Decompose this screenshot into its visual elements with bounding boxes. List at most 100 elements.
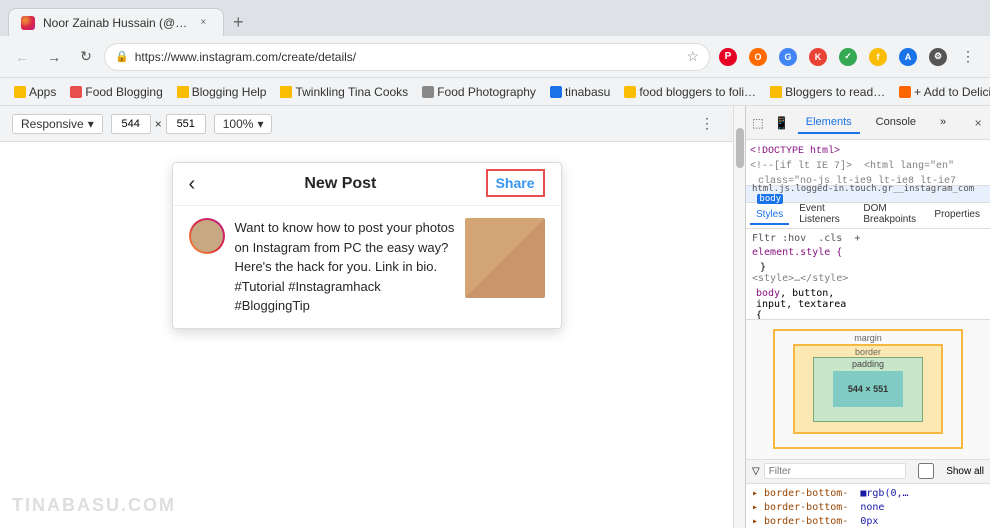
viewport-scrollbar[interactable] [733, 106, 745, 528]
border-label: border [855, 347, 881, 357]
modal-body: Want to know how to post your photos on … [173, 206, 561, 328]
bookmark-bloggers-to-read[interactable]: Bloggers to read… [764, 83, 891, 101]
ext-icon-7[interactable]: ⚙ [924, 43, 952, 71]
post-row: Want to know how to post your photos on … [189, 218, 545, 316]
bookmark-star-icon[interactable]: ☆ [686, 48, 699, 65]
bookmark-food-photography[interactable]: Food Photography [416, 83, 542, 101]
box-model: margin border padding 544 × 551 [746, 319, 990, 459]
code-line: <!--[if lt IE 7]> <html lang="en" [750, 159, 986, 174]
responsive-options-icon[interactable]: ⋮ [693, 110, 721, 138]
bookmark-blogging-help[interactable]: Blogging Help [171, 83, 273, 101]
style-rule-close: } [752, 262, 984, 273]
style-brace-open: { [752, 310, 984, 319]
avatar-inner [191, 220, 223, 252]
code-panel: <!DOCTYPE html> <!--[if lt IE 7]> <html … [746, 140, 990, 185]
modal-header: ‹ New Post Share [173, 163, 561, 206]
post-image-thumbnail [465, 218, 545, 298]
style-selector: element.style { [752, 247, 842, 258]
styles-tab-properties[interactable]: Properties [928, 206, 986, 225]
chrome-menu-icon[interactable]: ⋮ [954, 43, 982, 71]
ext-icon-2[interactable]: G [774, 43, 802, 71]
url-bar[interactable]: 🔒 https://www.instagram.com/create/detai… [104, 43, 710, 71]
css-rule-border-bottom-color: ▸ border-bottom- ■rgb(0,… [752, 488, 984, 499]
filter-row: Fltr :hov .cls + [752, 233, 984, 244]
devtools-close-button[interactable]: × [970, 111, 986, 135]
style-selector-body2: input, textarea [752, 299, 984, 310]
add-to-delicious-icon [899, 86, 911, 98]
food-photography-icon [422, 86, 434, 98]
new-tab-button[interactable]: + [224, 8, 252, 36]
bloggers-to-read-folder-icon [770, 86, 782, 98]
instagram-new-post-modal: ‹ New Post Share Want to know how to pos… [172, 162, 562, 329]
bookmarks-bar: Apps Food Blogging Blogging Help Twinkli… [0, 78, 990, 106]
bookmark-food-blogging[interactable]: Food Blogging [64, 83, 168, 101]
reload-button[interactable]: ↻ [72, 43, 100, 71]
browser-tab[interactable]: Noor Zainab Hussain (@… × [8, 8, 224, 36]
filter-label: Fltr :hov .cls + [752, 233, 860, 244]
ext-icon-5[interactable]: f [864, 43, 892, 71]
styles-tab-styles[interactable]: Styles [750, 206, 789, 225]
ext-icon-3[interactable]: K [804, 43, 832, 71]
margin-label: margin [854, 333, 882, 343]
bookmark-food-bloggers[interactable]: food bloggers to foli… [618, 83, 762, 101]
ext-icon-4[interactable]: ✓ [834, 43, 862, 71]
devtools-tab-console[interactable]: Console [868, 112, 924, 134]
bookmark-twinkling-tina[interactable]: Twinkling Tina Cooks [274, 83, 414, 101]
browser-content: Responsive ▾ × 100% ▾ ⋮ [0, 106, 990, 528]
box-content-size: 544 × 551 [833, 371, 903, 407]
box-margin: margin border padding 544 × 551 [773, 329, 963, 449]
css-rule-border-bottom-style: ▸ border-bottom- none [752, 502, 984, 513]
browser-toolbar-icons: P O G K ✓ f A ⚙ ⋮ [714, 43, 982, 71]
viewport-size: × [111, 114, 206, 134]
devtools-tab-elements[interactable]: Elements [798, 112, 860, 134]
chevron-down-icon: ▾ [257, 117, 263, 131]
show-all-checkbox[interactable] [910, 463, 942, 479]
scrollbar-thumb[interactable] [736, 128, 744, 168]
ext-icon-6[interactable]: A [894, 43, 922, 71]
apps-folder-icon [14, 86, 26, 98]
forward-button[interactable]: → [40, 43, 68, 71]
devtools-panel: ⬚ 📱 Elements Console » × <!DOCTYPE html>… [745, 106, 990, 528]
responsive-mode-dropdown[interactable]: Responsive ▾ [12, 114, 103, 134]
responsive-toolbar: Responsive ▾ × 100% ▾ ⋮ [0, 106, 733, 142]
tab-close-button[interactable]: × [195, 15, 211, 31]
box-padding: padding 544 × 551 [813, 357, 923, 422]
post-caption-text[interactable]: Want to know how to post your photos on … [235, 218, 455, 316]
style-selector-body: body, button, [752, 288, 984, 299]
url-text: https://www.instagram.com/create/details… [135, 50, 681, 64]
devtools-styles-tabs: Styles Event Listeners DOM Breakpoints P… [746, 203, 990, 229]
food-blogging-icon [70, 86, 82, 98]
tab-title: Noor Zainab Hussain (@… [43, 16, 187, 30]
modal-back-button[interactable]: ‹ [189, 173, 196, 196]
style-rule-element: element.style { [752, 247, 984, 258]
code-line: <!DOCTYPE html> [750, 144, 986, 159]
style-rule-body: <style>…</style> [752, 273, 984, 284]
devtools-device-icon[interactable]: 📱 [774, 111, 790, 135]
viewport: Responsive ▾ × 100% ▾ ⋮ [0, 106, 733, 528]
devtools-body: <!DOCTYPE html> <!--[if lt IE 7]> <html … [746, 140, 990, 528]
css-rule-border-bottom-width: ▸ border-bottom- 0px [752, 516, 984, 527]
devtools-inspect-icon[interactable]: ⬚ [750, 111, 766, 135]
lock-icon: 🔒 [115, 50, 129, 63]
bookmark-apps[interactable]: Apps [8, 83, 62, 101]
blogging-help-folder-icon [177, 86, 189, 98]
styles-tab-dom-breakpoints[interactable]: DOM Breakpoints [857, 200, 924, 230]
ext-icon-1[interactable]: O [744, 43, 772, 71]
zoom-dropdown[interactable]: 100% ▾ [214, 114, 273, 134]
css-filter-bar: ▽ Show all [746, 459, 990, 483]
pinterest-icon[interactable]: P [714, 43, 742, 71]
styles-tab-event-listeners[interactable]: Event Listeners [793, 200, 853, 230]
css-filter-input[interactable] [764, 463, 906, 479]
show-all-label: Show all [946, 466, 984, 477]
bookmark-tinabasu[interactable]: tinabasu [544, 83, 616, 101]
modal-share-button[interactable]: Share [486, 169, 545, 197]
viewport-height-input[interactable] [166, 114, 206, 134]
styles-content: Fltr :hov .cls + element.style { } <styl… [746, 229, 990, 319]
watermark: TINABASU.COM [12, 495, 176, 516]
devtools-tab-more[interactable]: » [932, 112, 954, 134]
bookmark-add-to-delicious[interactable]: + Add to Delicious [893, 83, 990, 101]
style-source: <style>…</style> [752, 273, 848, 284]
browser-frame: Noor Zainab Hussain (@… × + ← → ↻ 🔒 http… [0, 0, 990, 528]
viewport-width-input[interactable] [111, 114, 151, 134]
back-button[interactable]: ← [8, 43, 36, 71]
